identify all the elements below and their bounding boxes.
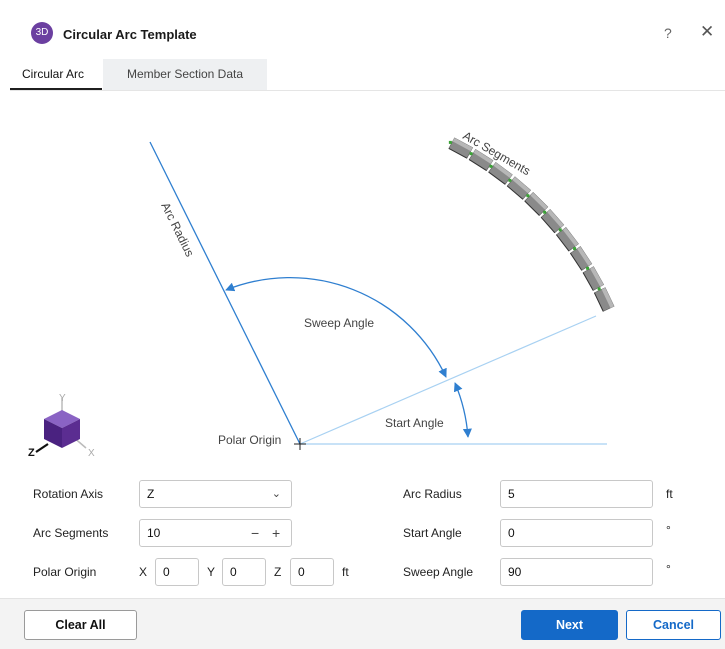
cancel-button[interactable]: Cancel [626,610,721,640]
node-marker [508,178,512,182]
arc-member-segment [593,287,615,312]
decrement-button[interactable]: − [251,520,259,546]
start-angle-label: Start Angle [385,416,444,430]
arc-segments-field-label: Arc Segments [33,526,109,540]
help-button[interactable]: ? [664,25,672,41]
arc-member-segment [506,176,532,200]
title-bar: 3D Circular Arc Template ? ✕ [0,0,725,58]
arc-member-segment [468,148,494,172]
tab-divider [10,90,725,91]
node-marker [597,287,601,291]
rotation-axis-label: Rotation Axis [33,487,104,501]
node-marker [526,194,530,198]
start-angle-arc [453,382,472,438]
sweep-angle-input[interactable]: 90 [500,558,653,586]
arc-radius-field-label: Arc Radius [403,487,462,501]
y-axis-label: Y [59,393,66,404]
origin-z-label: Z [274,565,282,579]
origin-y-input[interactable]: 0 [222,558,266,586]
arc-member-segment [540,208,565,234]
arc-radius-label: Arc Radius [158,200,197,259]
arc-segments-group [448,137,615,312]
start-angle-input[interactable]: 0 [500,519,653,547]
sweep-angle-arc [225,276,447,378]
polar-origin-label: Polar Origin [218,433,281,447]
arc-segments-label: Arc Segments [461,128,533,178]
node-marker [448,140,452,144]
node-marker [469,152,473,156]
node-marker [543,210,547,214]
sweep-angle-label: Sweep Angle [304,316,374,330]
close-icon[interactable]: ✕ [700,22,714,42]
node-marker [489,164,493,168]
arc-member-segment [569,246,593,271]
radius-line [149,141,301,445]
next-button[interactable]: Next [521,610,618,640]
node-marker [573,247,577,251]
dialog-footer: Clear All Next Cancel [0,598,725,649]
app-logo-icon: 3D [31,22,53,44]
arc-member-segment [448,137,474,159]
start-angle-line [299,315,597,445]
arc-segments-stepper[interactable]: 10 − + [139,519,292,547]
clear-all-button[interactable]: Clear All [24,610,137,640]
node-marker [586,266,590,270]
origin-x-input[interactable]: 0 [155,558,199,586]
polar-origin-field-label: Polar Origin [33,565,97,579]
origin-unit: ft [342,565,349,579]
arc-member-segment [555,227,579,252]
rotation-axis-value: Z [147,487,155,501]
arc-radius-input[interactable]: 5 [500,480,653,508]
tab-member-section-data[interactable]: Member Section Data [103,59,267,90]
start-angle-unit: ° [666,523,671,537]
axis-cube-icon: Y Z X [28,393,95,458]
sweep-angle-field-label: Sweep Angle [403,565,474,579]
chevron-down-icon: ⌄ [271,488,281,500]
arc-radius-unit: ft [666,487,673,501]
dialog-title: Circular Arc Template [63,27,197,42]
origin-z-input[interactable]: 0 [290,558,334,586]
arc-member-segment [524,192,549,216]
x-axis-label: X [88,448,95,458]
origin-y-label: Y [207,565,216,579]
arc-segments-value: 10 [147,526,161,540]
z-axis-label: Z [28,447,35,458]
arc-member-segment [488,161,513,185]
node-marker [558,228,562,232]
arc-member-segment [582,266,605,291]
sweep-angle-unit: ° [666,562,671,576]
increment-button[interactable]: + [272,520,280,546]
start-angle-field-label: Start Angle [403,526,462,540]
rotation-axis-select[interactable]: Z ⌄ [139,480,292,508]
polar-origin-marker [294,438,306,450]
origin-x-label: X [139,565,148,579]
tab-circular-arc[interactable]: Circular Arc [10,59,102,90]
